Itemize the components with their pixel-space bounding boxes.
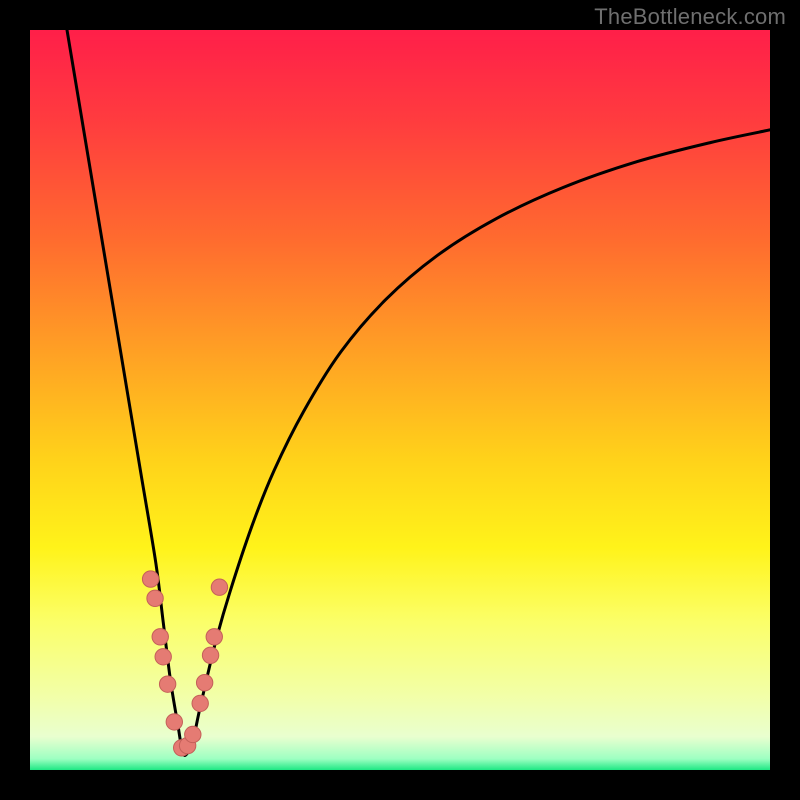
highlight-dot <box>166 714 182 730</box>
watermark-text: TheBottleneck.com <box>594 4 786 30</box>
bottleneck-curve <box>67 30 770 755</box>
outer-frame: TheBottleneck.com <box>0 0 800 800</box>
highlight-dot <box>185 726 201 742</box>
highlight-dot <box>147 590 163 606</box>
plot-area <box>30 30 770 770</box>
highlight-dot <box>142 571 158 587</box>
curve-svg <box>30 30 770 770</box>
highlight-dot <box>159 676 175 692</box>
highlight-dot <box>155 649 171 665</box>
highlight-dots-group <box>142 571 227 756</box>
highlight-dot <box>211 579 227 595</box>
highlight-dot <box>192 695 208 711</box>
highlight-dot <box>206 629 222 645</box>
highlight-dot <box>202 647 218 663</box>
highlight-dot <box>152 629 168 645</box>
highlight-dot <box>196 674 212 690</box>
